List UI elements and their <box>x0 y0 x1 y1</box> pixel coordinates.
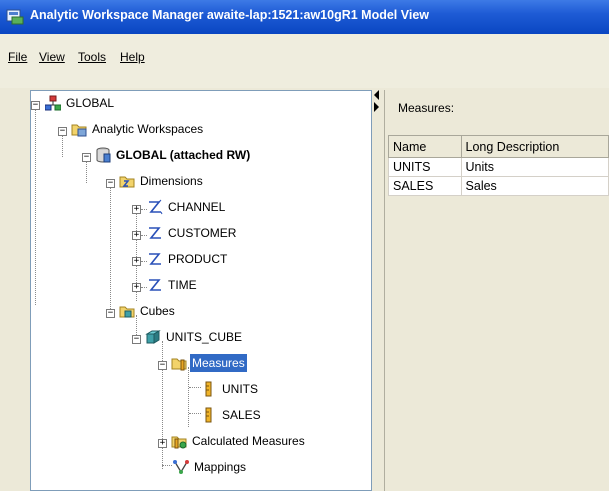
dimension-icon <box>149 253 161 265</box>
collapse-toggle[interactable]: − <box>31 101 40 110</box>
tree-item-label: Calculated Measures <box>192 434 305 448</box>
tree-item-label: Cubes <box>140 304 175 318</box>
collapse-toggle[interactable]: − <box>58 127 67 136</box>
cell-name[interactable]: SALES <box>388 176 462 196</box>
tree-item-dimensions[interactable]: Dimensions <box>119 172 205 190</box>
dimension-icon <box>149 199 163 215</box>
tree-item-product[interactable]: PRODUCT <box>147 250 229 268</box>
tree-item-customer[interactable]: CUSTOMER <box>147 224 238 242</box>
column-header-name[interactable]: Name <box>388 135 462 158</box>
expand-toggle[interactable]: + <box>132 231 141 240</box>
measure-icon <box>205 381 212 397</box>
menu-bar: File View Tools Help <box>0 34 609 88</box>
window-title: Analytic Workspace Manager awaite-lap:15… <box>30 8 429 22</box>
tree-item-label: UNITS <box>222 382 258 396</box>
dimensions-folder-icon <box>119 176 135 188</box>
tree-item-label: Dimensions <box>140 174 203 188</box>
tree-item-calculated-measures[interactable]: Calculated Measures <box>171 432 307 450</box>
expand-toggle[interactable]: + <box>132 283 141 292</box>
measure-icon <box>205 407 212 423</box>
expand-toggle[interactable]: + <box>132 205 141 214</box>
tree-item-time[interactable]: TIME <box>147 276 199 294</box>
tree-item-label: GLOBAL (attached RW) <box>116 148 251 162</box>
table-row[interactable]: UNITS Units <box>388 157 609 177</box>
awm-app-icon <box>6 9 24 25</box>
tree-item-label: SALES <box>222 408 261 422</box>
measures-panel: Measures: Name Long Description UNITS Un… <box>384 90 609 491</box>
expand-toggle[interactable]: + <box>132 257 141 266</box>
cell-long-description[interactable]: Units <box>460 157 609 177</box>
tree-item-cubes[interactable]: Cubes <box>119 302 177 320</box>
tree-item-label: Mappings <box>194 460 247 474</box>
tree-connector <box>62 133 63 157</box>
tree-item-channel[interactable]: CHANNEL <box>147 198 227 216</box>
tree-connector <box>189 413 201 414</box>
database-icon <box>96 147 111 163</box>
tree-connector <box>189 387 201 388</box>
column-header-long-description[interactable]: Long Description <box>460 135 609 158</box>
tree-item-units-measure[interactable]: UNITS <box>201 380 260 398</box>
cubes-folder-icon <box>119 306 135 318</box>
workspaces-folder-icon <box>71 124 87 137</box>
title-bar[interactable]: Analytic Workspace Manager awaite-lap:15… <box>0 0 609 34</box>
collapse-left-arrow-icon[interactable] <box>374 90 379 100</box>
pane-splitter[interactable] <box>372 88 382 491</box>
cell-long-description[interactable]: Sales <box>460 176 609 196</box>
menu-file[interactable]: File <box>8 50 27 64</box>
tree-item-sales-measure[interactable]: SALES <box>201 406 263 424</box>
calculated-measures-icon <box>171 436 187 449</box>
cube-icon <box>145 330 161 344</box>
expand-toggle[interactable]: + <box>158 439 167 448</box>
measures-label: Measures: <box>398 101 455 115</box>
tree-item-label: TIME <box>168 278 197 292</box>
main-content: − GLOBAL − Analytic Workspaces − GLOBAL … <box>0 88 609 491</box>
collapse-toggle[interactable]: − <box>132 335 141 344</box>
tree-item-mappings[interactable]: Mappings <box>173 458 248 476</box>
collapse-toggle[interactable]: − <box>106 179 115 188</box>
tree-item-label: PRODUCT <box>168 252 228 266</box>
tree-item-units-cube[interactable]: UNITS_CUBE <box>145 328 244 346</box>
collapse-toggle[interactable]: − <box>82 153 91 162</box>
tree-item-label: GLOBAL <box>66 96 115 110</box>
tree-item-label: CHANNEL <box>168 200 226 214</box>
mappings-icon <box>173 460 189 474</box>
tree-item-label: Analytic Workspaces <box>92 122 204 136</box>
collapse-toggle[interactable]: − <box>106 309 115 318</box>
tree-connector <box>110 185 111 313</box>
table-row[interactable]: SALES Sales <box>388 176 609 196</box>
tree-item-label: CUSTOMER <box>168 226 237 240</box>
connection-icon <box>45 95 61 111</box>
tree-connector <box>162 465 172 466</box>
measures-folder-icon <box>171 358 187 371</box>
menu-tools[interactable]: Tools <box>78 50 106 64</box>
tree-connector <box>86 159 87 183</box>
model-tree[interactable]: − GLOBAL − Analytic Workspaces − GLOBAL … <box>30 90 372 491</box>
tree-item-analytic-workspaces[interactable]: Analytic Workspaces <box>71 120 205 138</box>
cell-name[interactable]: UNITS <box>388 157 462 177</box>
tree-item-global-aw[interactable]: GLOBAL (attached RW) <box>95 146 252 164</box>
measures-table[interactable]: Name Long Description UNITS Units SALES … <box>388 135 609 196</box>
tree-item-global[interactable]: GLOBAL <box>45 94 116 112</box>
tree-item-measures[interactable]: Measures <box>171 354 247 372</box>
pane-divider <box>384 90 385 491</box>
dimension-icon <box>149 227 161 239</box>
tree-item-label: UNITS_CUBE <box>166 330 243 344</box>
menu-help[interactable]: Help <box>120 50 145 64</box>
dimension-icon <box>149 279 161 291</box>
tree-item-label: Measures <box>190 354 247 372</box>
tree-connector <box>35 105 36 305</box>
tree-connector <box>188 367 189 427</box>
collapse-right-arrow-icon[interactable] <box>374 102 379 112</box>
collapse-toggle[interactable]: − <box>158 361 167 370</box>
menu-view[interactable]: View <box>39 50 65 64</box>
